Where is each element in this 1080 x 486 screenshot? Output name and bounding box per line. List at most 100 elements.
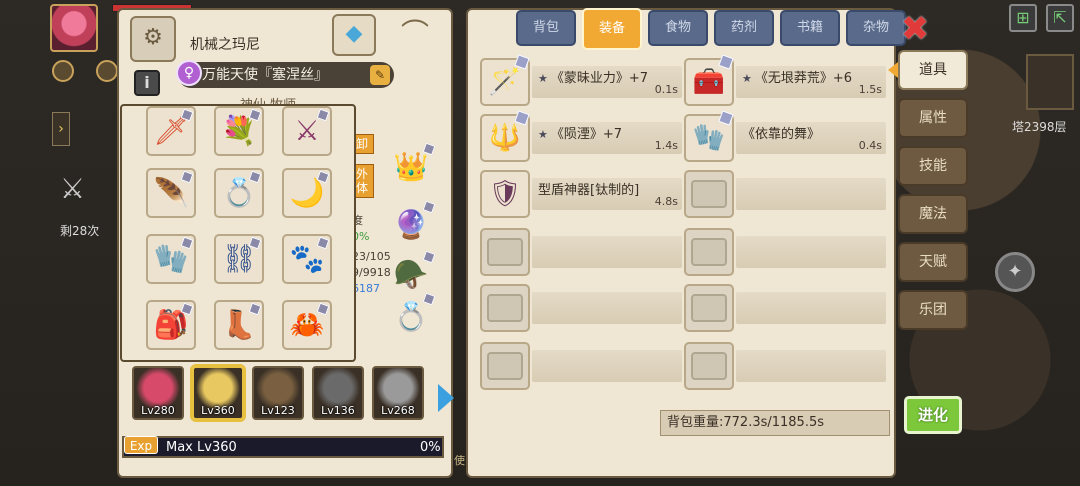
close-icon[interactable]: ✖ — [898, 12, 932, 46]
item-card[interactable] — [480, 228, 530, 276]
item-name: ★ 《无垠莽荒》+6 — [742, 67, 852, 86]
exit-icon[interactable]: ⇱ — [1046, 4, 1074, 32]
moon-ring-icon: 🌙 — [289, 176, 325, 209]
equipment-slot[interactable]: 🪶 — [146, 168, 196, 218]
side-tab-0[interactable]: 道具 — [898, 50, 968, 90]
inventory-item[interactable]: 🛡 型盾神器[钛制的] 4.8s — [480, 170, 682, 218]
star-icon: ★ — [538, 72, 548, 85]
crossed-swords-icon[interactable]: ⚔ — [60, 172, 85, 205]
glove-icon: 🧤 — [153, 242, 189, 275]
item-card[interactable]: 🛡 — [480, 170, 530, 218]
tab-5[interactable]: 杂物 — [846, 10, 906, 46]
empty-slot[interactable] — [684, 228, 886, 276]
item-bar — [532, 350, 682, 382]
item-bar — [532, 236, 682, 268]
equipment-slot[interactable]: ⛓ — [214, 234, 264, 284]
equipment-slot[interactable]: 👑 — [386, 142, 436, 192]
tab-3[interactable]: 药剂 — [714, 10, 774, 46]
item-name-text: 《陨湮》+7 — [550, 127, 623, 142]
item-weight: 0.4s — [858, 139, 882, 152]
member-level: Lv268 — [381, 404, 415, 417]
equipment-slot[interactable]: 💍 — [386, 292, 436, 342]
member-level: Lv123 — [261, 404, 295, 417]
character-title: 万能天使『塞涅丝』 — [178, 62, 394, 88]
equipment-slot[interactable]: 💐 — [214, 106, 264, 156]
boot-icon: 👢 — [221, 308, 257, 341]
inventory-item[interactable]: 🪄 ★ 《蒙昧业力》+7 0.1s — [480, 54, 682, 106]
party-member[interactable]: Lv280 — [132, 366, 184, 420]
side-tab-1[interactable]: 属性 — [898, 98, 968, 138]
tab-2[interactable]: 食物 — [648, 10, 708, 46]
item-name: ★ 《陨湮》+7 — [538, 123, 622, 142]
remaining-count: 剩28次 — [60, 224, 100, 238]
item-weight: 1.5s — [858, 83, 882, 96]
minimap[interactable] — [1026, 54, 1074, 110]
equipment-slot[interactable]: 🔮 — [386, 200, 436, 250]
party-member[interactable]: Lv360 — [192, 366, 244, 420]
empty-slot[interactable] — [480, 342, 682, 390]
item-bar — [736, 236, 886, 268]
wardrobe-hanger-icon[interactable]: ⌒ — [386, 14, 444, 56]
equipment-slot[interactable]: 🌙 — [282, 168, 332, 218]
item-weight: 4.8s — [654, 195, 678, 208]
empty-slot[interactable] — [480, 228, 682, 276]
buff-icon-2[interactable] — [96, 60, 118, 82]
buff-icon[interactable] — [52, 60, 74, 82]
item-bar — [736, 178, 886, 210]
equipment-slot[interactable]: 🧤 — [146, 234, 196, 284]
member-level: Lv280 — [141, 404, 175, 417]
stat-fragment: 6187 — [352, 282, 380, 295]
red-claw-icon: 🦀 — [289, 308, 325, 341]
crystal-icon[interactable]: ◆ — [332, 14, 376, 56]
inventory-item[interactable]: 🧤 《依靠的舞》 0.4s — [684, 110, 886, 162]
player-avatar[interactable] — [50, 4, 98, 52]
item-name: 《依靠的舞》 — [742, 123, 820, 142]
female-gender-icon: ♀ — [176, 60, 202, 86]
helmet-icon: 👑 — [393, 150, 429, 183]
item-card[interactable] — [684, 170, 734, 218]
empty-slot[interactable] — [480, 284, 682, 332]
item-card[interactable] — [480, 342, 530, 390]
guild-emblem-icon[interactable]: ⚙ — [130, 16, 176, 62]
equipment-grid-popup: 🗡 💐 ⚔ 🪶 💍 🌙 🧤 ⛓ 🐾 🎒 👢 🦀 — [120, 104, 356, 362]
party-member[interactable]: Lv123 — [252, 366, 304, 420]
side-tab-4[interactable]: 天赋 — [898, 242, 968, 282]
equipment-slot[interactable]: 👢 — [214, 300, 264, 350]
green-helm-icon: 🪖 — [393, 258, 429, 291]
info-button[interactable]: i — [134, 70, 160, 96]
equipment-slot[interactable]: 🦀 — [282, 300, 332, 350]
tab-1[interactable]: 装备 — [582, 8, 642, 50]
network-icon[interactable]: ⊞ — [1008, 4, 1037, 32]
party-next-arrow-icon[interactable] — [438, 384, 454, 412]
empty-slot[interactable] — [684, 170, 886, 218]
item-card[interactable] — [480, 284, 530, 332]
tab-4[interactable]: 书籍 — [780, 10, 840, 46]
item-card[interactable] — [684, 284, 734, 332]
item-name: ★ 《蒙昧业力》+7 — [538, 67, 648, 86]
gem-ring-icon: 💍 — [221, 176, 257, 209]
empty-slot[interactable] — [684, 342, 886, 390]
equipment-slot[interactable]: ⚔ — [282, 106, 332, 156]
equipment-slot[interactable]: 🎒 — [146, 300, 196, 350]
equipment-slot[interactable]: 💍 — [214, 168, 264, 218]
side-tab-3[interactable]: 魔法 — [898, 194, 968, 234]
equipment-slot[interactable]: 🐾 — [282, 234, 332, 284]
party-member[interactable]: Lv136 — [312, 366, 364, 420]
inventory-item[interactable]: 🧰 ★ 《无垠莽荒》+6 1.5s — [684, 54, 886, 106]
top-right-hud: ⊞ ⇱ — [1005, 4, 1074, 32]
side-tab-2[interactable]: 技能 — [898, 146, 968, 186]
equipment-slot[interactable]: 🗡 — [146, 106, 196, 156]
side-tab-5[interactable]: 乐团 — [898, 290, 968, 330]
tab-0[interactable]: 背包 — [516, 10, 576, 46]
expand-arrow-icon[interactable]: › — [52, 112, 70, 146]
evolve-button[interactable]: 进化 — [904, 396, 962, 434]
inventory-tabs: 背包 装备 食物 药剂 书籍 杂物 — [514, 8, 906, 50]
item-name-text: 《蒙昧业力》+7 — [550, 71, 649, 86]
item-card[interactable] — [684, 228, 734, 276]
empty-slot[interactable] — [684, 284, 886, 332]
compass-icon[interactable]: ✦ — [995, 252, 1035, 292]
party-member[interactable]: Lv268 — [372, 366, 424, 420]
item-card[interactable] — [684, 342, 734, 390]
edit-title-icon[interactable]: ✎ — [370, 65, 390, 85]
inventory-item[interactable]: 🔱 ★ 《陨湮》+7 1.4s — [480, 110, 682, 162]
